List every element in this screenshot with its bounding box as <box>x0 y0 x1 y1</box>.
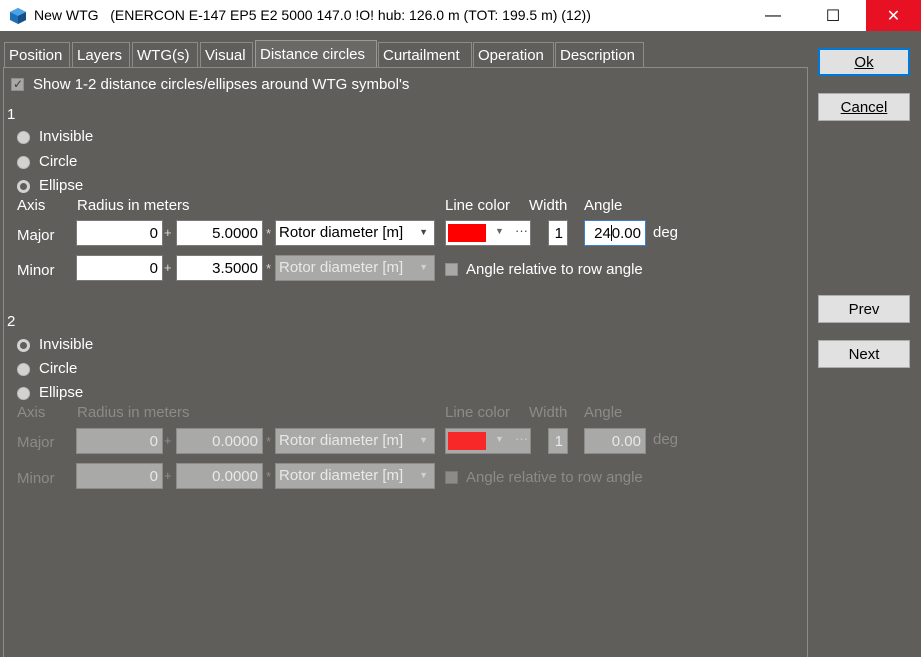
group2-axis-header: Axis <box>17 404 46 421</box>
show-circles-label: Show 1-2 distance circles/ellipses aroun… <box>33 76 410 93</box>
chevron-down-icon: ▼ <box>419 227 428 237</box>
group1-radius-header: Radius in meters <box>77 197 190 214</box>
group2-minor-label: Minor <box>17 470 55 487</box>
plus-sign: + <box>164 260 172 275</box>
next-button[interactable]: Next <box>818 340 910 368</box>
group1-angle-relative-checkbox[interactable] <box>445 263 458 276</box>
group2-line-color-header: Line color <box>445 404 511 421</box>
group2-deg-label: deg <box>653 431 679 448</box>
group2-number: 2 <box>7 313 16 330</box>
group1-width-input[interactable]: 1 <box>548 220 568 246</box>
tab-distance-circles[interactable]: Distance circles <box>255 40 377 68</box>
chevron-down-icon: ▼ <box>419 262 428 272</box>
chevron-down-icon: ▼ <box>419 470 428 480</box>
group2-angle-header: Angle <box>584 404 623 421</box>
group2-radio-invisible[interactable] <box>17 339 30 352</box>
group1-angle-input[interactable]: 240.00 <box>584 220 646 246</box>
group1-line-color-picker[interactable]: ▼ ··· <box>445 220 531 246</box>
maximize-button[interactable]: ☐ <box>810 0 856 31</box>
group1-major-label: Major <box>17 227 55 244</box>
cancel-button[interactable]: Cancel <box>818 93 910 121</box>
plus-sign: + <box>164 225 172 240</box>
group1-major-factor-input[interactable]: 5.0000 <box>176 220 263 246</box>
group1-angle-header: Angle <box>584 197 623 214</box>
multiply-sign: * <box>266 226 272 241</box>
close-button[interactable]: ✕ <box>866 0 921 31</box>
multiply-sign: * <box>266 469 272 484</box>
group2-minor-offset-input[interactable]: 0 <box>76 463 163 489</box>
group2-line-color-picker[interactable]: ▼ ··· <box>445 428 531 454</box>
group2-angle-relative-checkbox[interactable] <box>445 471 458 484</box>
tab-layers[interactable]: Layers <box>72 42 130 68</box>
group1-line-color-header: Line color <box>445 197 511 214</box>
checkmark-icon: ✓ <box>13 77 24 91</box>
group1-label-invisible: Invisible <box>39 128 94 145</box>
chevron-down-icon: ▼ <box>419 435 428 445</box>
group2-radius-header: Radius in meters <box>77 404 190 421</box>
group2-minor-unit-select[interactable]: Rotor diameter [m] ▼ <box>275 463 435 489</box>
window-title: New WTG (ENERCON E-147 EP5 E2 5000 147.0… <box>34 7 591 23</box>
group1-label-circle: Circle <box>39 153 78 170</box>
group1-deg-label: deg <box>653 224 679 241</box>
group1-label-ellipse: Ellipse <box>39 177 84 194</box>
group1-major-unit-select[interactable]: Rotor diameter [m] ▼ <box>275 220 435 246</box>
tab-panel <box>3 67 808 657</box>
group1-minor-unit-select[interactable]: Rotor diameter [m] ▼ <box>275 255 435 281</box>
group1-minor-label: Minor <box>17 262 55 279</box>
color-swatch <box>448 224 486 242</box>
tab-description[interactable]: Description <box>555 42 644 68</box>
group1-minor-factor-input[interactable]: 3.5000 <box>176 255 263 281</box>
app-icon <box>10 8 26 24</box>
group2-angle-input[interactable]: 0.00 <box>584 428 646 454</box>
group1-radio-invisible[interactable] <box>17 131 30 144</box>
group2-label-invisible: Invisible <box>39 336 94 353</box>
group1-number: 1 <box>7 106 16 123</box>
ok-button[interactable]: Ok <box>818 48 910 76</box>
plus-sign: + <box>164 468 172 483</box>
group1-major-offset-input[interactable]: 0 <box>76 220 163 246</box>
tab-visual[interactable]: Visual <box>200 42 253 68</box>
group2-radio-ellipse[interactable] <box>17 387 30 400</box>
tab-position[interactable]: Position <box>4 42 70 68</box>
group2-major-factor-input[interactable]: 0.0000 <box>176 428 263 454</box>
group1-angle-relative-label: Angle relative to row angle <box>466 261 643 278</box>
group1-radio-ellipse[interactable] <box>17 180 30 193</box>
group2-label-circle: Circle <box>39 360 78 377</box>
color-swatch <box>448 432 486 450</box>
group1-axis-header: Axis <box>17 197 46 214</box>
tab-operation[interactable]: Operation <box>473 42 554 68</box>
group2-width-input[interactable]: 1 <box>548 428 568 454</box>
group2-width-header: Width <box>529 404 568 421</box>
multiply-sign: * <box>266 434 272 449</box>
minimize-button[interactable]: — <box>750 0 796 31</box>
tab-curtailment[interactable]: Curtailment <box>378 42 472 68</box>
group2-major-unit-select[interactable]: Rotor diameter [m] ▼ <box>275 428 435 454</box>
multiply-sign: * <box>266 261 272 276</box>
group2-angle-relative-label: Angle relative to row angle <box>466 469 643 486</box>
chevron-down-icon: ▼ <box>495 226 504 236</box>
group2-label-ellipse: Ellipse <box>39 384 84 401</box>
tab-wtgs[interactable]: WTG(s) <box>132 42 198 68</box>
prev-button[interactable]: Prev <box>818 295 910 323</box>
chevron-down-icon: ▼ <box>495 434 504 444</box>
group1-minor-offset-input[interactable]: 0 <box>76 255 163 281</box>
show-circles-checkbox[interactable]: ✓ <box>11 77 24 91</box>
plus-sign: + <box>164 433 172 448</box>
group2-major-label: Major <box>17 434 55 451</box>
title-bar: New WTG (ENERCON E-147 EP5 E2 5000 147.0… <box>0 0 921 31</box>
group2-major-offset-input[interactable]: 0 <box>76 428 163 454</box>
group2-minor-factor-input[interactable]: 0.0000 <box>176 463 263 489</box>
group2-radio-circle[interactable] <box>17 363 30 376</box>
ellipsis-icon: ··· <box>515 223 528 238</box>
ellipsis-icon: ··· <box>515 431 528 446</box>
group1-radio-circle[interactable] <box>17 156 30 169</box>
group1-width-header: Width <box>529 197 568 214</box>
